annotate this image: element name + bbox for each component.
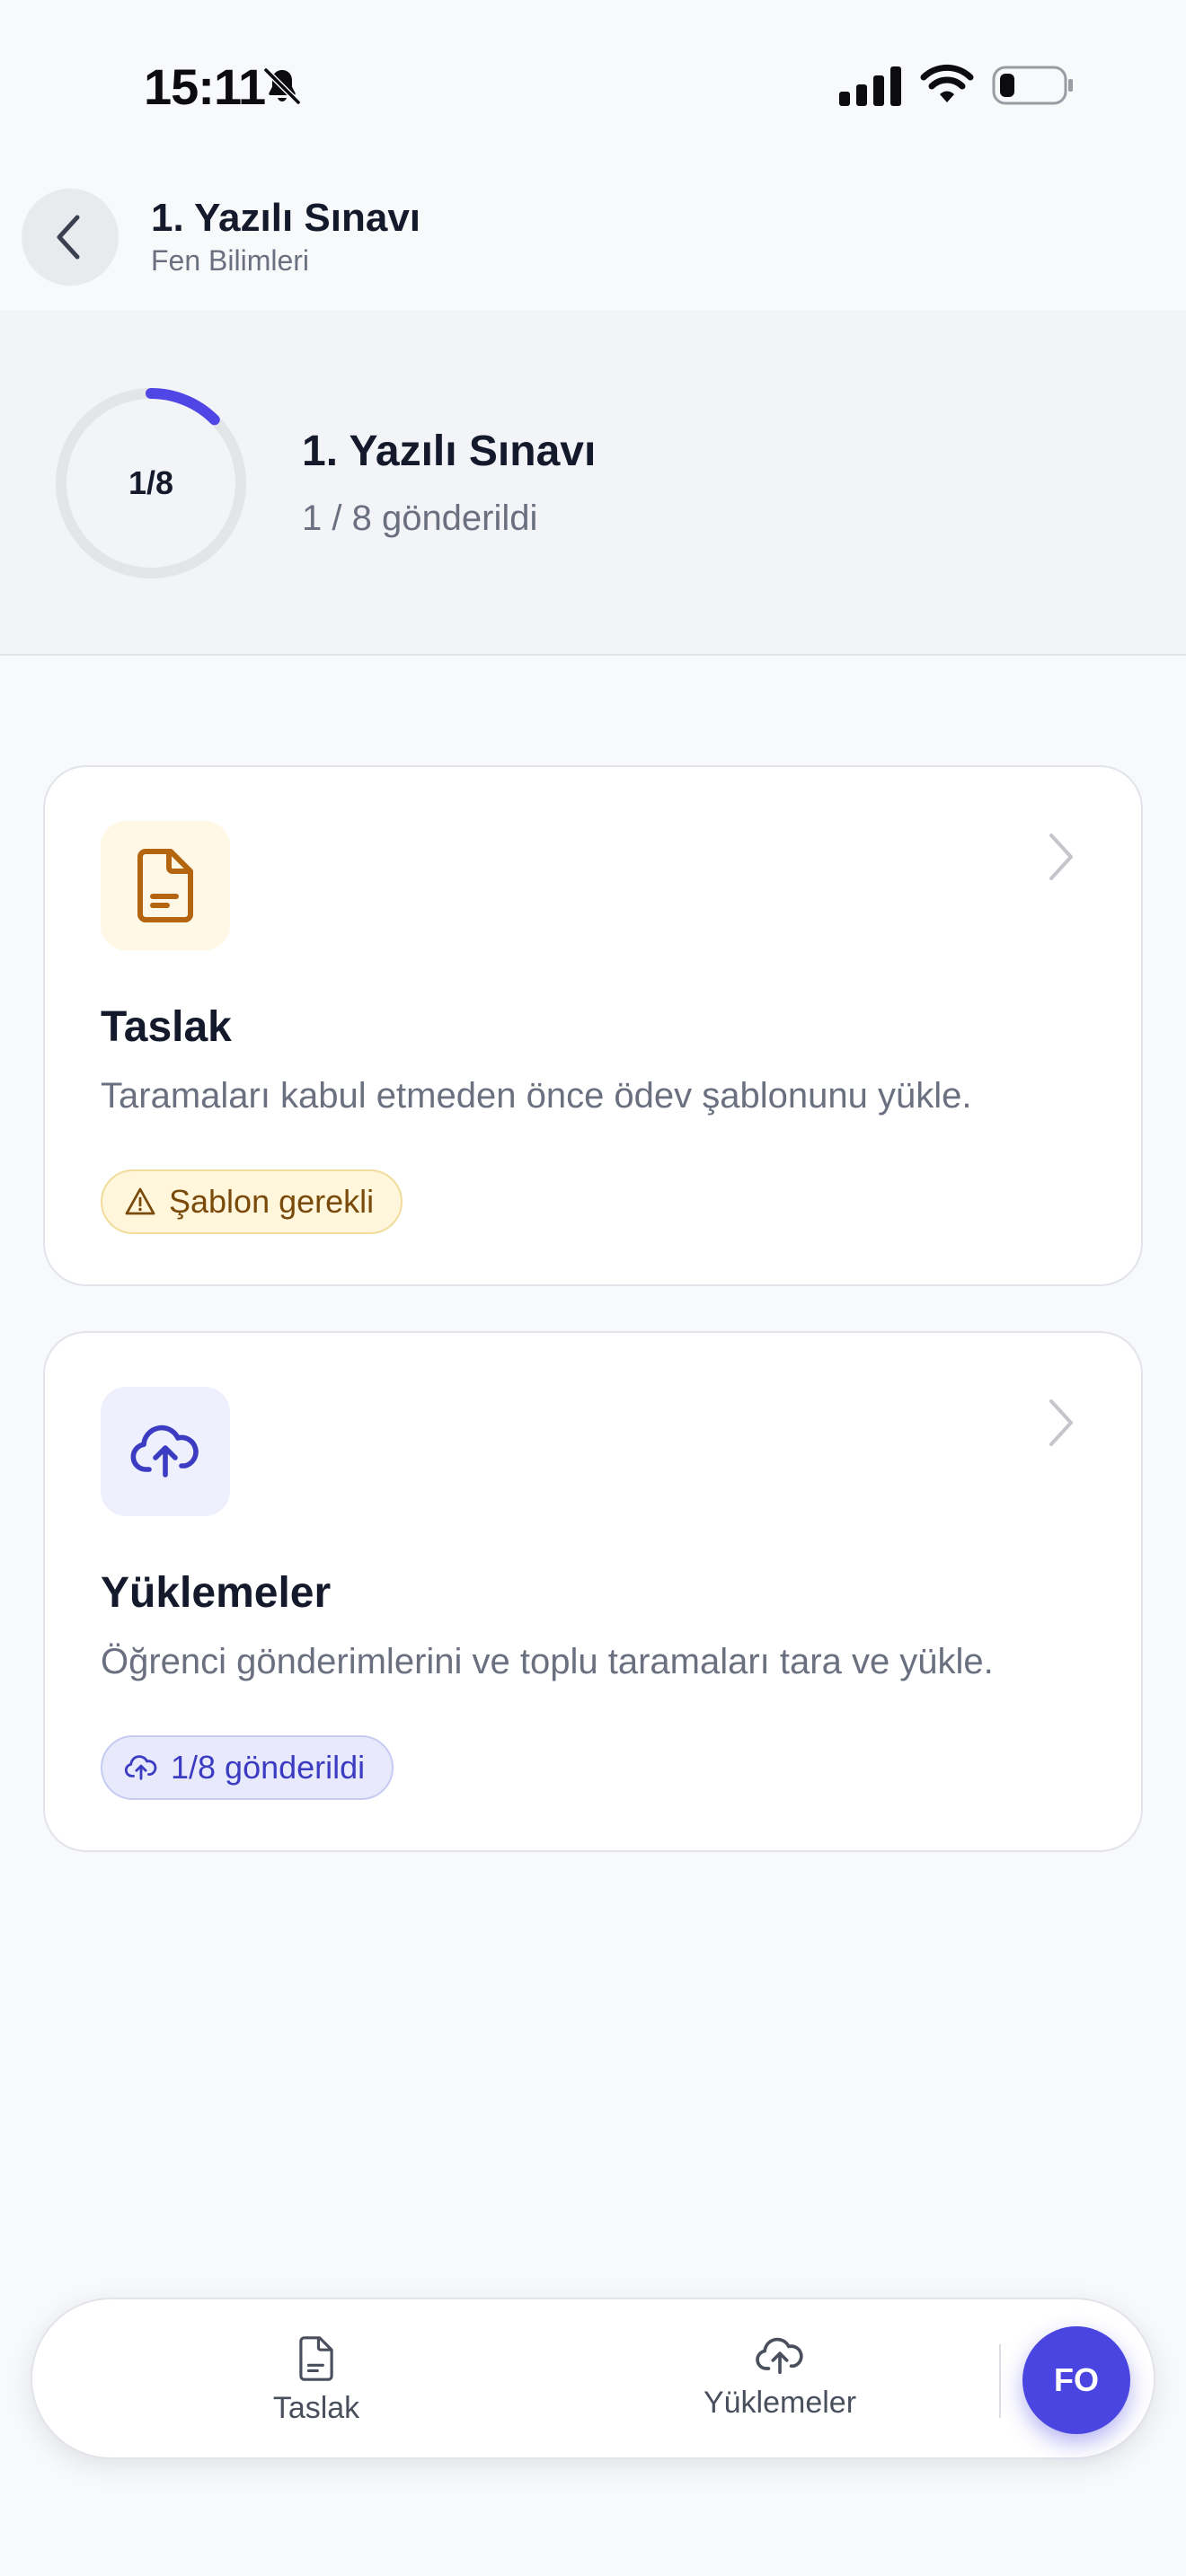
- draft-card-description: Taramaları kabul etmeden önce ödev şablo…: [101, 1076, 972, 1116]
- draft-card-title: Taslak: [101, 1003, 232, 1051]
- back-button[interactable]: [22, 189, 119, 286]
- status-bar: 15:11: [0, 0, 1186, 171]
- progress-title: 1. Yazılı Sınavı: [302, 428, 597, 475]
- cloud-upload-icon: [756, 2337, 803, 2375]
- document-icon: [299, 2336, 333, 2381]
- tab-draft-label: Taslak: [272, 2391, 360, 2425]
- warning-icon: [125, 1187, 155, 1215]
- progress-summary: 1/8 1. Yazılı Sınavı 1 / 8 gönderildi: [0, 310, 1186, 656]
- avatar[interactable]: FO: [1022, 2326, 1130, 2434]
- draft-icon-box: [101, 821, 230, 950]
- progress-ring-label: 1/8: [128, 464, 174, 501]
- status-time: 15:11: [144, 58, 266, 115]
- document-icon: [137, 849, 193, 922]
- cloud-upload-icon: [124, 1755, 157, 1780]
- page-header: 1. Yazılı Sınavı Fen Bilimleri: [0, 171, 1186, 310]
- page-title: 1. Yazılı Sınavı: [151, 196, 421, 240]
- submitted-count-label: 1/8 gönderildi: [171, 1749, 366, 1786]
- uploads-card-description: Öğrenci gönderimlerini ve toplu taramala…: [101, 1642, 994, 1681]
- signal-icon: [839, 66, 901, 106]
- submitted-count-badge: 1/8 gönderildi: [101, 1735, 394, 1800]
- draft-card[interactable]: Taslak Taramaları kabul etmeden önce öde…: [43, 765, 1143, 1286]
- uploads-card-title: Yüklemeler: [101, 1569, 332, 1617]
- uploads-card[interactable]: Yüklemeler Öğrenci gönderimlerini ve top…: [43, 1331, 1143, 1852]
- tab-uploads[interactable]: Yüklemeler: [645, 2335, 915, 2434]
- progress-subtitle: 1 / 8 gönderildi: [302, 498, 538, 538]
- bottom-tab-bar: Taslak Yüklemeler FO: [31, 2298, 1155, 2459]
- battery-icon: [992, 66, 1073, 105]
- template-required-badge: Şablon gerekli: [101, 1169, 403, 1234]
- tab-draft[interactable]: Taslak: [181, 2335, 451, 2434]
- chevron-left-icon: [57, 215, 80, 260]
- bell-muted-icon: [262, 66, 302, 106]
- chevron-right-icon: [1049, 834, 1073, 880]
- uploads-icon-box: [101, 1387, 230, 1516]
- template-required-label: Şablon gerekli: [169, 1183, 375, 1220]
- page-subtitle: Fen Bilimleri: [151, 244, 310, 277]
- cloud-upload-icon: [130, 1425, 199, 1478]
- tab-uploads-label: Yüklemeler: [703, 2386, 857, 2420]
- wifi-icon: [920, 64, 974, 102]
- tab-divider: [999, 2344, 1001, 2418]
- chevron-right-icon: [1049, 1399, 1073, 1446]
